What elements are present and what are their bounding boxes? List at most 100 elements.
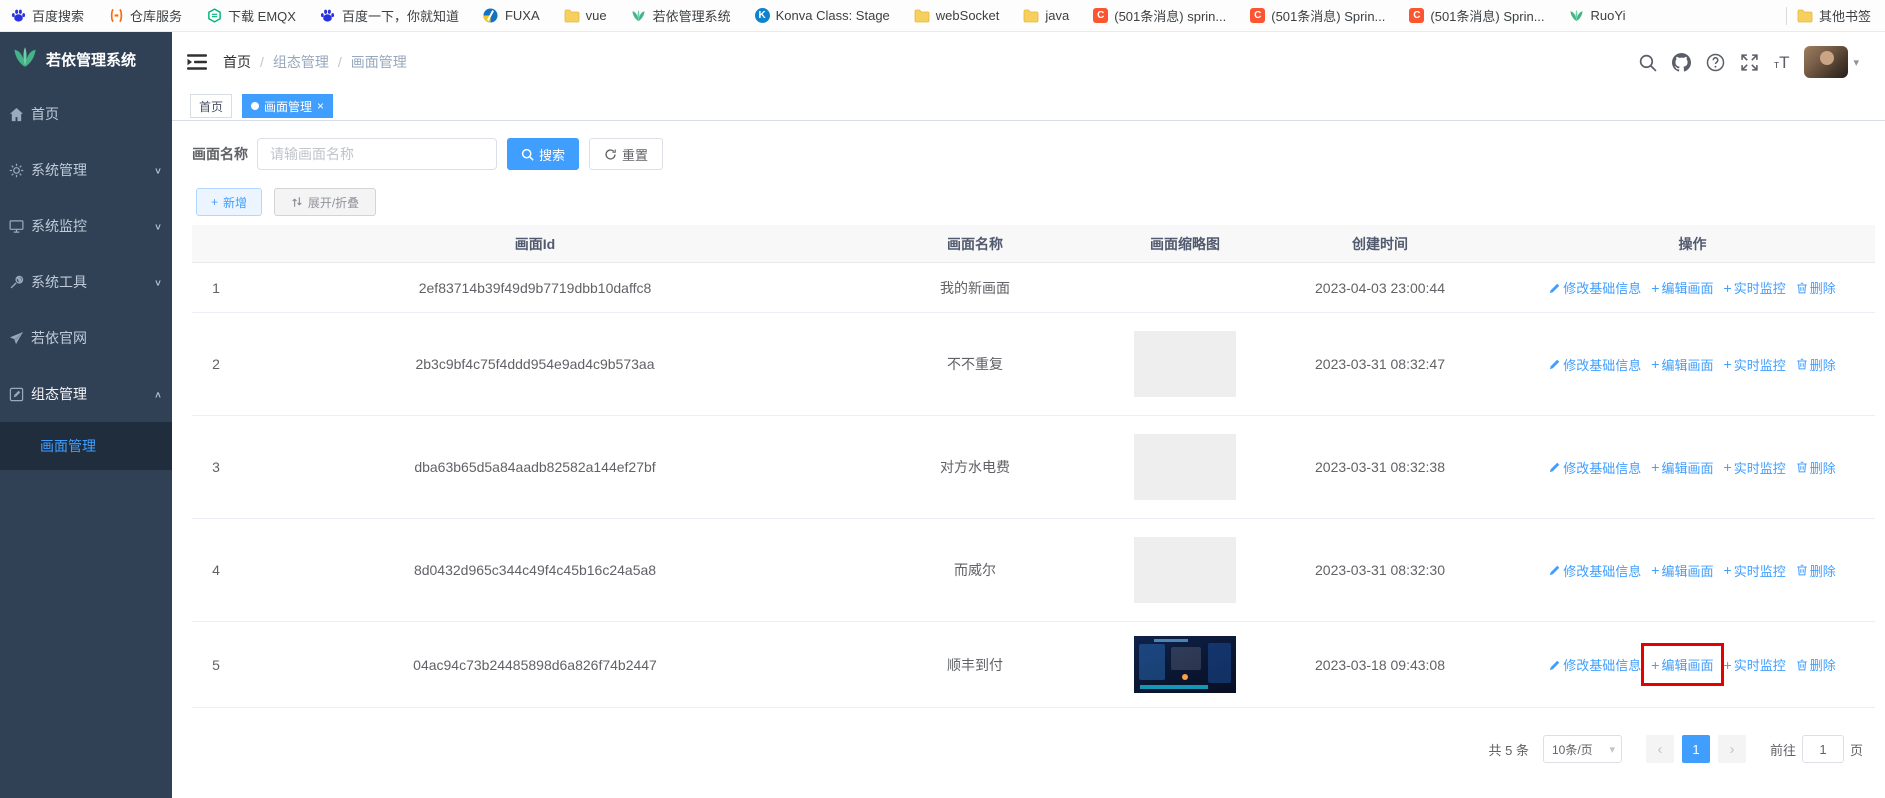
screens-table: 画面Id 画面名称 画面缩略图 创建时间 操作 1 2ef83714b39f49… bbox=[192, 225, 1875, 708]
bookmarks-divider bbox=[1786, 7, 1787, 25]
realtime-monitor-link[interactable]: +实时监控 bbox=[1724, 561, 1786, 580]
created-time-cell: 2023-03-31 08:32:47 bbox=[1250, 356, 1510, 372]
bookmark-konva[interactable]: K Konva Class: Stage bbox=[755, 8, 890, 23]
guide-icon bbox=[9, 331, 24, 346]
add-button[interactable]: + 新增 bbox=[196, 188, 262, 216]
refresh-icon bbox=[604, 148, 617, 161]
chevron-down-icon: ∨ bbox=[154, 221, 162, 231]
edit-screen-link-highlighted[interactable]: +编辑画面 bbox=[1651, 655, 1713, 674]
delete-link[interactable]: 删除 bbox=[1796, 561, 1836, 580]
fuxa-icon bbox=[483, 8, 499, 24]
edit-form-icon bbox=[9, 387, 24, 402]
screen-thumbnail-image[interactable] bbox=[1134, 636, 1236, 693]
pencil-icon bbox=[1549, 358, 1561, 370]
search-icon bbox=[521, 148, 534, 161]
bookmark-emqx[interactable]: 下载 EMQX bbox=[206, 6, 296, 25]
user-menu[interactable]: ▾ bbox=[1804, 46, 1859, 78]
edit-info-link[interactable]: 修改基础信息 bbox=[1549, 655, 1641, 674]
sidebar-item-system-management[interactable]: 系统管理 ∨ bbox=[0, 142, 172, 198]
breadcrumb-home[interactable]: 首页 bbox=[223, 52, 251, 72]
plus-icon: + bbox=[211, 195, 218, 209]
trash-icon bbox=[1796, 282, 1808, 294]
page-size-select[interactable]: 10条/页 ▾ bbox=[1543, 735, 1622, 763]
bookmark-websocket[interactable]: webSocket bbox=[914, 8, 1000, 24]
realtime-monitor-link[interactable]: +实时监控 bbox=[1724, 458, 1786, 477]
created-time-cell: 2023-03-31 08:32:30 bbox=[1250, 562, 1510, 578]
avatar[interactable] bbox=[1804, 46, 1848, 78]
search-icon[interactable] bbox=[1638, 53, 1657, 72]
row-actions: 修改基础信息 +编辑画面 +实时监控 删除 bbox=[1510, 561, 1875, 580]
sidebar-item-system-tools[interactable]: 系统工具 ∨ bbox=[0, 254, 172, 310]
realtime-monitor-link[interactable]: +实时监控 bbox=[1724, 655, 1786, 674]
breadcrumb-screen: 画面管理 bbox=[351, 52, 407, 72]
bookmark-fuxa[interactable]: FUXA bbox=[483, 8, 540, 24]
close-icon[interactable]: × bbox=[317, 100, 324, 112]
trash-icon bbox=[1796, 358, 1808, 370]
header-actions: 操作 bbox=[1510, 234, 1875, 254]
screen-name-cell: 而威尔 bbox=[830, 560, 1120, 580]
reset-button[interactable]: 重置 bbox=[589, 138, 663, 170]
search-button[interactable]: 搜索 bbox=[507, 138, 579, 170]
pagination-total: 共 5 条 bbox=[1489, 740, 1529, 759]
bookmark-warehouse[interactable]: 仓库服务 bbox=[108, 6, 182, 25]
screen-id-cell: 2b3c9bf4c75f4ddd954e9ad4c9b573aa bbox=[240, 356, 830, 372]
edit-info-link[interactable]: 修改基础信息 bbox=[1549, 561, 1641, 580]
bookmark-csdn-2[interactable]: C (501条消息) Sprin... bbox=[1250, 6, 1385, 25]
bookmark-baidu[interactable]: 百度一下，你就知道 bbox=[320, 6, 459, 25]
realtime-monitor-link[interactable]: +实时监控 bbox=[1724, 278, 1786, 297]
sidebar-item-system-monitor[interactable]: 系统监控 ∨ bbox=[0, 198, 172, 254]
app-logo[interactable]: 若依管理系统 bbox=[0, 32, 172, 86]
sidebar-item-scada-management[interactable]: 组态管理 ∧ bbox=[0, 366, 172, 422]
home-icon bbox=[9, 107, 24, 122]
tab-home[interactable]: 首页 bbox=[190, 94, 232, 118]
sidebar: 若依管理系统 首页 系统管理 ∨ 系统监控 ∨ bbox=[0, 32, 172, 798]
row-index: 3 bbox=[192, 459, 240, 475]
edit-screen-link[interactable]: +编辑画面 bbox=[1651, 278, 1713, 297]
sidebar-item-home[interactable]: 首页 bbox=[0, 86, 172, 142]
sidebar-subitem-screen-management[interactable]: 画面管理 bbox=[0, 422, 172, 470]
bookmark-java[interactable]: java bbox=[1023, 8, 1069, 24]
delete-link[interactable]: 删除 bbox=[1796, 355, 1836, 374]
delete-link[interactable]: 删除 bbox=[1796, 278, 1836, 297]
help-icon[interactable] bbox=[1706, 53, 1725, 72]
sidebar-collapse-icon[interactable] bbox=[187, 53, 207, 71]
thumbnail-cell bbox=[1120, 331, 1250, 397]
edit-screen-link[interactable]: +编辑画面 bbox=[1651, 561, 1713, 580]
edit-info-link[interactable]: 修改基础信息 bbox=[1549, 355, 1641, 374]
bookmark-ruoyi[interactable]: RuoYi bbox=[1569, 8, 1626, 24]
edit-screen-link[interactable]: +编辑画面 bbox=[1651, 458, 1713, 477]
edit-info-link[interactable]: 修改基础信息 bbox=[1549, 458, 1641, 477]
bookmark-csdn-3[interactable]: C (501条消息) Sprin... bbox=[1409, 6, 1544, 25]
folder-icon bbox=[1797, 8, 1813, 24]
sidebar-item-ruoyi-website[interactable]: 若依官网 bbox=[0, 310, 172, 366]
page-1-button[interactable]: 1 bbox=[1682, 735, 1710, 763]
edit-screen-link[interactable]: +编辑画面 bbox=[1651, 355, 1713, 374]
prev-page-button[interactable]: ‹ bbox=[1646, 735, 1674, 763]
next-page-button[interactable]: › bbox=[1718, 735, 1746, 763]
konva-icon: K bbox=[755, 8, 770, 23]
bookmark-vue[interactable]: vue bbox=[564, 8, 607, 24]
edit-info-link[interactable]: 修改基础信息 bbox=[1549, 278, 1641, 297]
bookmark-ruoyi-admin[interactable]: 若依管理系统 bbox=[631, 6, 731, 25]
delete-link[interactable]: 删除 bbox=[1796, 655, 1836, 674]
thumbnail-cell bbox=[1120, 434, 1250, 500]
bookmark-csdn-1[interactable]: C (501条消息) sprin... bbox=[1093, 6, 1226, 25]
font-size-icon[interactable]: тT bbox=[1774, 54, 1789, 71]
bookmark-baidu-search[interactable]: 百度搜索 bbox=[10, 6, 84, 25]
goto-page-input[interactable] bbox=[1802, 735, 1844, 763]
delete-link[interactable]: 删除 bbox=[1796, 458, 1836, 477]
pencil-icon bbox=[1549, 282, 1561, 294]
chevron-down-icon: ∨ bbox=[154, 165, 162, 175]
realtime-monitor-link[interactable]: +实时监控 bbox=[1724, 355, 1786, 374]
browser-bookmarks-bar: 百度搜索 仓库服务 下载 EMQX 百度一下，你就知道 FUXA vue bbox=[0, 0, 1885, 32]
page-content: 画面名称 搜索 重置 bbox=[172, 121, 1885, 798]
fullscreen-icon[interactable] bbox=[1740, 53, 1759, 72]
navbar-actions: тT ▾ bbox=[1638, 46, 1859, 78]
screen-name-input[interactable] bbox=[257, 138, 497, 170]
expand-collapse-button[interactable]: 展开/折叠 bbox=[274, 188, 376, 216]
other-bookmarks[interactable]: 其他书签 bbox=[1797, 6, 1871, 25]
github-icon[interactable] bbox=[1672, 53, 1691, 72]
tab-screen-management[interactable]: 画面管理 × bbox=[242, 94, 333, 118]
tags-view-bar: 首页 画面管理 × bbox=[172, 92, 1885, 121]
plus-icon: + bbox=[1651, 563, 1659, 577]
